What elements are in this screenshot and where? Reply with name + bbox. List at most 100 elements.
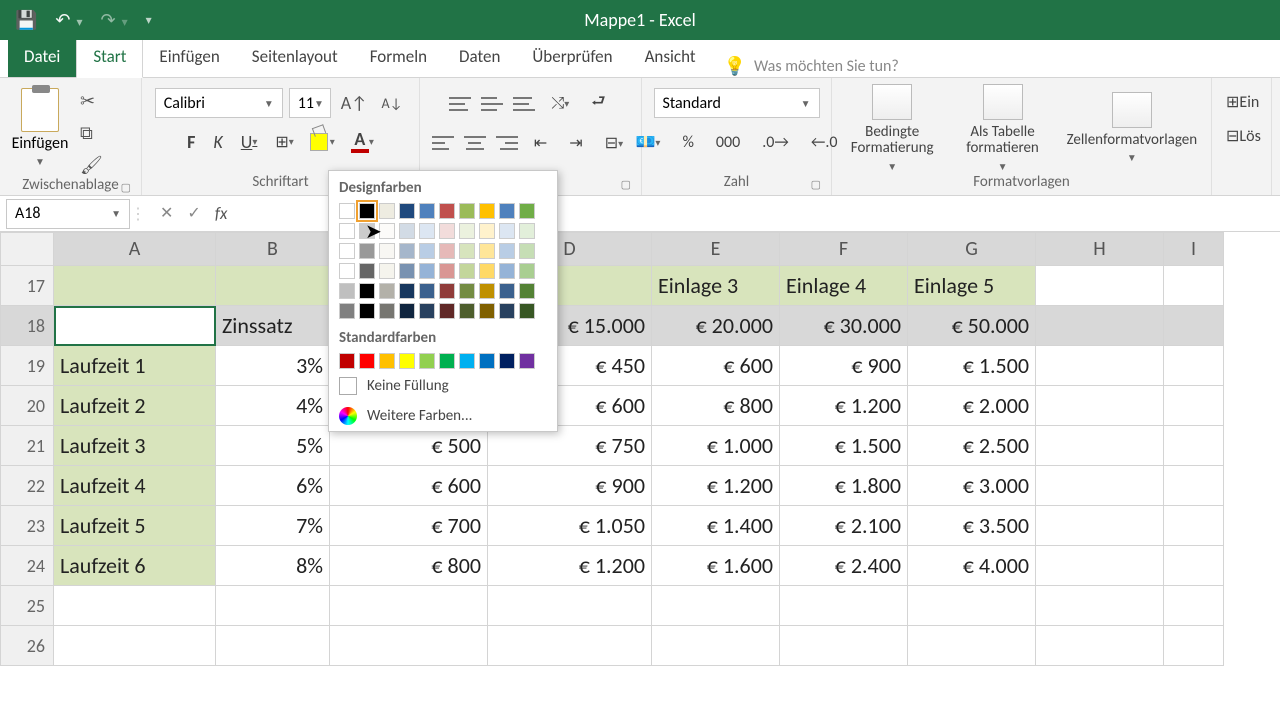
color-swatch[interactable] [519,203,535,219]
cell[interactable]: € 1.500 [780,426,908,466]
cell[interactable] [908,626,1036,666]
cell[interactable] [1036,346,1164,386]
row-header[interactable]: 20 [0,386,54,426]
undo-icon[interactable]: ↶▾ [55,9,82,31]
color-swatch[interactable] [359,303,375,319]
cell[interactable]: € 3.500 [908,506,1036,546]
underline-button[interactable]: U▾ [235,129,264,155]
cell[interactable]: € 2.000 [908,386,1036,426]
format-as-table-button[interactable]: Als Tabelle formatieren▼ [950,84,1054,172]
color-swatch[interactable] [439,223,455,239]
cell[interactable]: € 1.200 [780,386,908,426]
cell[interactable]: 3% [216,346,330,386]
cell[interactable]: € 20.000 [652,306,780,346]
tab-pagelayout[interactable]: Seitenlayout [236,38,354,77]
cell[interactable]: Laufzeit 4 [54,466,216,506]
cell[interactable]: Laufzeit 2 [54,386,216,426]
cell[interactable] [1036,466,1164,506]
align-right-icon[interactable] [496,134,518,152]
cell[interactable]: € 2.400 [780,546,908,586]
color-swatch[interactable] [459,203,475,219]
cancel-formula-icon[interactable]: ✕ [160,203,173,224]
number-format-combo[interactable]: Standard▼ [654,88,820,118]
color-swatch[interactable] [459,353,475,369]
col-header[interactable]: E [652,232,780,266]
color-swatch[interactable] [439,243,455,259]
color-swatch[interactable] [479,223,495,239]
tab-view[interactable]: Ansicht [629,38,712,77]
color-swatch[interactable] [419,223,435,239]
cell[interactable]: 7% [216,506,330,546]
currency-button[interactable]: 💶▾ [630,130,667,154]
cell[interactable] [488,586,652,626]
cell[interactable] [652,626,780,666]
color-swatch[interactable] [339,243,355,259]
borders-button[interactable]: ⊞▾ [269,130,299,154]
color-swatch[interactable] [399,203,415,219]
cell[interactable] [1164,626,1224,666]
cell[interactable]: Einlage 3 [652,266,780,306]
qat-customize-icon[interactable]: ▾ [146,13,152,28]
col-header[interactable]: B [216,232,330,266]
color-swatch[interactable] [419,283,435,299]
font-size-combo[interactable]: 11▼ [289,88,331,118]
cell[interactable] [1164,546,1224,586]
color-swatch[interactable] [399,243,415,259]
cell[interactable] [780,586,908,626]
cell[interactable]: Laufzeit 1 [54,346,216,386]
color-swatch[interactable] [519,243,535,259]
orientation-button[interactable]: ⤭▾ [545,92,575,115]
color-swatch[interactable] [499,283,515,299]
color-swatch[interactable] [499,203,515,219]
cell[interactable] [1036,626,1164,666]
save-icon[interactable]: 💾 [15,9,37,31]
cell[interactable]: Zinssatz [216,306,330,346]
cell[interactable]: € 600 [652,346,780,386]
cell[interactable] [216,586,330,626]
cell[interactable] [1164,306,1224,346]
cell[interactable]: € 1.000 [652,426,780,466]
cell[interactable] [54,586,216,626]
color-swatch[interactable] [399,353,415,369]
dialog-launcher-icon[interactable]: ▢ [121,181,131,194]
cut-icon[interactable]: ✂ [80,90,103,112]
color-swatch[interactable] [459,223,475,239]
cell[interactable] [330,586,488,626]
color-swatch[interactable] [359,223,375,239]
cell[interactable]: € 1.400 [652,506,780,546]
cell[interactable] [330,626,488,666]
color-swatch[interactable] [499,353,515,369]
cell-active[interactable] [54,306,216,346]
select-all-corner[interactable] [0,232,54,266]
row-header[interactable]: 17 [0,266,54,306]
color-swatch[interactable] [339,353,355,369]
cell[interactable] [1036,306,1164,346]
cell[interactable] [216,266,330,306]
color-swatch[interactable] [499,263,515,279]
color-swatch[interactable] [439,263,455,279]
decrease-font-icon[interactable]: A↓ [377,93,406,114]
cell[interactable]: € 1.200 [488,546,652,586]
color-swatch[interactable] [519,353,535,369]
color-swatch[interactable] [379,203,395,219]
cell[interactable]: Laufzeit 5 [54,506,216,546]
color-swatch[interactable] [499,243,515,259]
row-header[interactable]: 21 [0,426,54,466]
enter-formula-icon[interactable]: ✓ [187,203,200,224]
col-header[interactable]: G [908,232,1036,266]
color-swatch[interactable] [519,303,535,319]
cell[interactable] [1164,426,1224,466]
font-color-button[interactable]: A▾ [345,128,380,155]
color-swatch[interactable] [419,203,435,219]
color-swatch[interactable] [399,263,415,279]
tab-home[interactable]: Start [76,37,143,78]
cell[interactable]: 4% [216,386,330,426]
row-header[interactable]: 22 [0,466,54,506]
color-swatch[interactable] [339,283,355,299]
color-swatch[interactable] [479,353,495,369]
color-swatch[interactable] [399,303,415,319]
color-swatch[interactable] [339,203,355,219]
cell[interactable]: € 900 [780,346,908,386]
align-bottom-icon[interactable] [513,95,535,113]
tab-formulas[interactable]: Formeln [354,38,443,77]
